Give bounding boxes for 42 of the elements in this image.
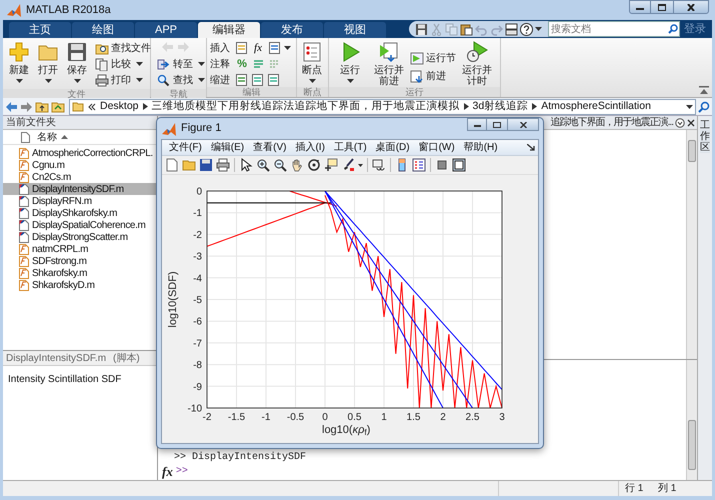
tick-label: 0	[322, 412, 328, 423]
file-name: DisplayIntensitySDF.m	[6, 352, 106, 366]
tick-label: 3	[499, 412, 505, 423]
axis-label: log10(κρ$_{f}$)	[322, 423, 370, 437]
tick-label: -0.5	[286, 412, 304, 423]
row-label: 缩进	[210, 74, 231, 88]
tick-label: -9	[193, 382, 202, 393]
tick-label: -1	[262, 412, 270, 423]
row-label: 插入	[210, 42, 231, 56]
tick-label: 2.5	[466, 412, 480, 423]
group-label: 导航	[151, 89, 206, 99]
tick-label: 1	[381, 412, 387, 423]
command-output: >> DisplayIntensitySDF	[173, 452, 308, 464]
window-title: MATLAB R2018a	[26, 2, 111, 18]
tick-label: -10	[188, 404, 202, 414]
command-prompt: >>	[176, 465, 188, 479]
tick-label: 2	[440, 412, 446, 423]
tick-label: -8	[193, 360, 202, 372]
group-label: 断点	[297, 87, 328, 97]
tick-label: -3	[193, 252, 202, 263]
tick-label: 0	[196, 186, 202, 198]
tick-label: 0.5	[348, 412, 362, 423]
file-type: (脚本)	[113, 352, 140, 366]
tick-label: -4	[193, 273, 202, 284]
group-label: 编辑	[207, 87, 296, 97]
tick-label: -6	[193, 316, 202, 328]
row-label: 注释	[210, 58, 231, 72]
tick-label: -5	[193, 295, 202, 306]
figure-title: Figure 1	[181, 121, 222, 136]
file-description: Intensity Scintillation SDF	[7, 373, 122, 387]
tick-label: 1.5	[406, 412, 420, 423]
row-indicator: 行 1	[618, 481, 658, 496]
group-label: 运行	[329, 87, 500, 97]
tick-label: -1.5	[228, 412, 246, 423]
panel-title: 当前文件夹	[3, 116, 157, 130]
column-indicator: 列 1	[658, 482, 678, 496]
tick-label: -1	[193, 208, 202, 220]
group-label: 文件	[3, 89, 150, 99]
tick-label: -7	[193, 338, 202, 350]
tick-label: -2	[202, 412, 212, 423]
axis-label: log10(SDF)	[167, 271, 179, 328]
tick-label: -2	[193, 230, 202, 241]
